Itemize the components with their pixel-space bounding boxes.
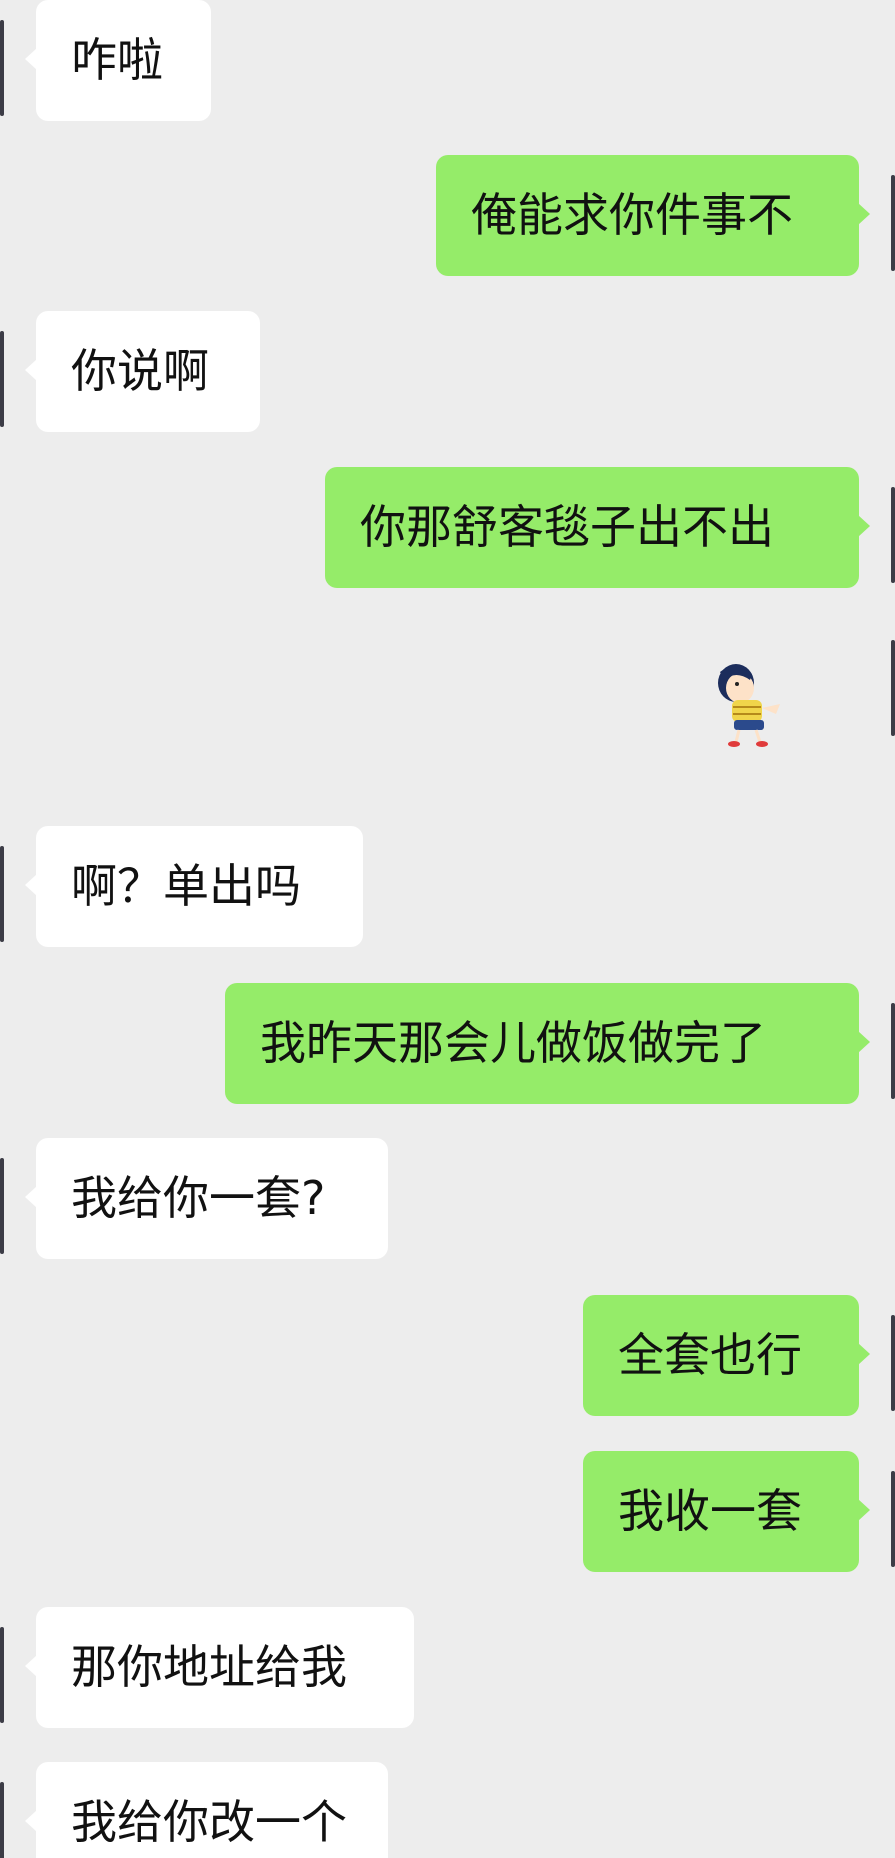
outgoing-message-bubble[interactable]: 全套也行 (583, 1295, 870, 1416)
outgoing-message-bubble[interactable]: 我昨天那会儿做饭做完了 (225, 983, 870, 1104)
contact-avatar[interactable] (0, 331, 4, 427)
contact-avatar[interactable] (0, 1158, 4, 1254)
incoming-message-bubble[interactable]: 你说啊 (25, 311, 260, 432)
my-avatar[interactable] (891, 1003, 895, 1099)
contact-avatar[interactable] (0, 1782, 4, 1858)
incoming-message-bubble[interactable]: 啊？单出吗 (25, 826, 363, 947)
my-avatar[interactable] (891, 1471, 895, 1567)
cartoon-boy-sticker[interactable] (706, 660, 791, 750)
incoming-message-bubble[interactable]: 我给你改一个 (25, 1762, 388, 1858)
incoming-message-bubble[interactable]: 我给你一套? (25, 1138, 388, 1259)
contact-avatar[interactable] (0, 20, 4, 116)
incoming-message-bubble[interactable]: 咋啦 (25, 0, 211, 121)
contact-avatar[interactable] (0, 1627, 4, 1723)
my-avatar[interactable] (891, 487, 895, 583)
outgoing-message-bubble[interactable]: 俺能求你件事不 (436, 155, 870, 276)
my-avatar[interactable] (891, 175, 895, 271)
my-avatar[interactable] (891, 640, 895, 736)
contact-avatar[interactable] (0, 846, 4, 942)
my-avatar[interactable] (891, 1315, 895, 1411)
incoming-message-bubble[interactable]: 那你地址给我 (25, 1607, 414, 1728)
message-row-outgoing-sticker (0, 600, 895, 790)
outgoing-message-bubble[interactable]: 你那舒客毯子出不出 (325, 467, 870, 588)
chat-message-list[interactable]: 咋啦 俺能求你件事不 你说啊 你那舒客毯子出不出 啊？单出吗 我昨天那会儿做饭做… (0, 0, 895, 1858)
outgoing-message-bubble[interactable]: 我收一套 (583, 1451, 870, 1572)
